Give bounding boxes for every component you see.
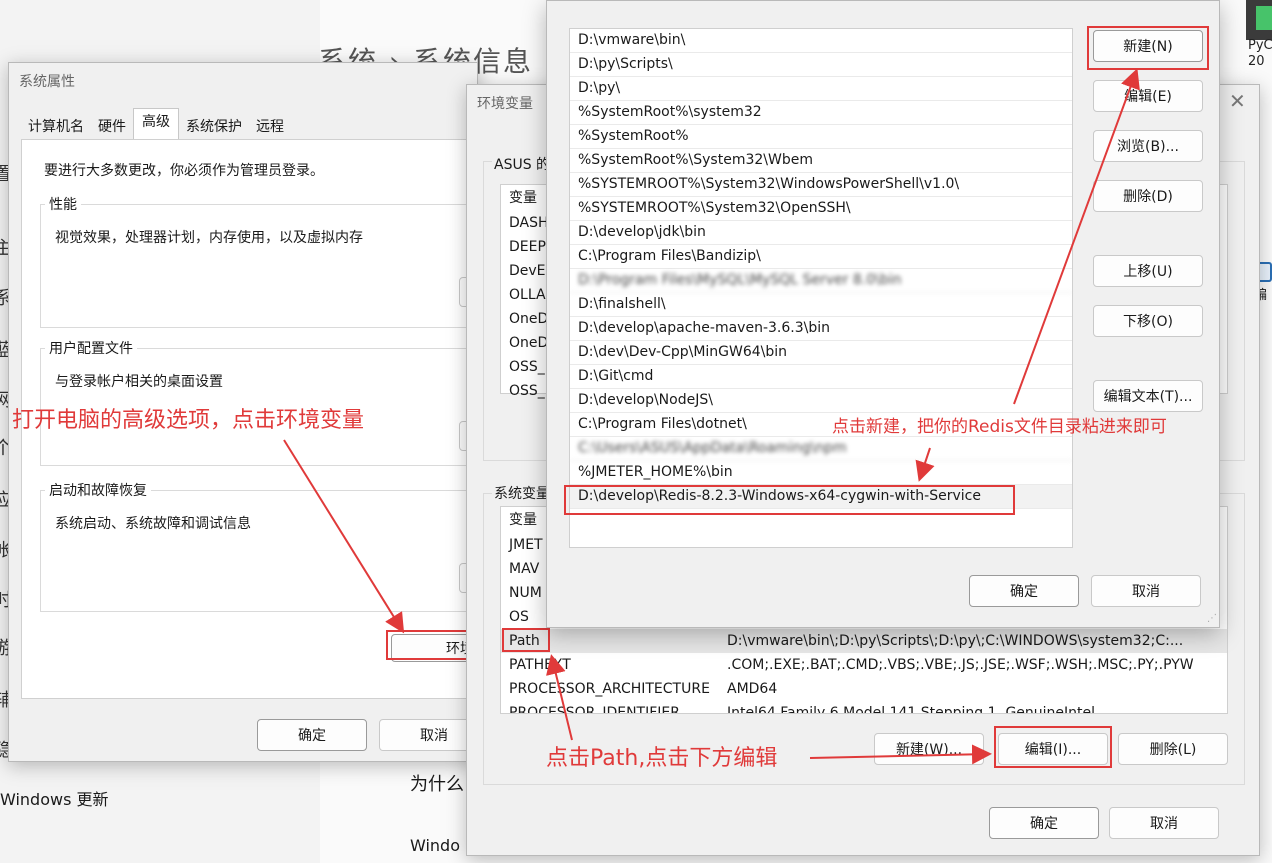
arrow-to-edit-button: [809, 744, 992, 765]
annotation-arrows: [283, 68, 1140, 765]
arrow-to-path-row: [546, 654, 573, 741]
arrow-to-new-button: [1013, 68, 1140, 405]
arrow-to-redis-entry: [915, 447, 935, 482]
arrow-to-env-button: [283, 439, 405, 634]
